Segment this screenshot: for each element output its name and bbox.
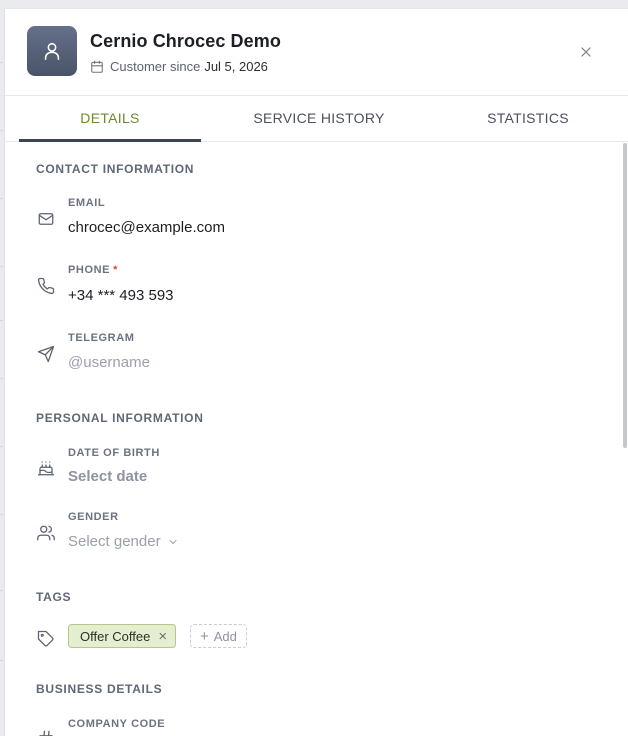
plus-icon: + — [200, 627, 209, 645]
tag-remove-button[interactable]: × — [158, 629, 167, 644]
customer-since-date: Jul 5, 2026 — [204, 59, 268, 74]
add-tag-label: Add — [213, 628, 237, 644]
tags-heading: TAGS — [36, 590, 72, 604]
telegram-label: TELEGRAM — [68, 332, 135, 344]
phone-label: PHONE * — [68, 264, 118, 276]
close-button[interactable] — [575, 41, 597, 63]
business-details-heading: BUSINESS DETAILS — [36, 682, 163, 696]
avatar — [27, 26, 77, 76]
company-code-label: COMPANY CODE — [68, 718, 166, 730]
customer-details-panel: Cernio Chrocec Demo Customer since Jul 5,… — [4, 8, 628, 736]
tag-icon — [35, 628, 57, 650]
tab-statistics[interactable]: STATISTICS — [445, 95, 611, 141]
tag-chip-label: Offer Coffee — [80, 628, 151, 644]
tab-service-history[interactable]: SERVICE HISTORY — [219, 95, 419, 141]
hash-icon — [35, 727, 57, 736]
phone-icon — [35, 275, 57, 297]
customer-name: Cernio Chrocec Demo — [90, 31, 281, 51]
gender-select-value: Select gender — [68, 533, 161, 550]
customer-since: Customer since Jul 5, 2026 — [90, 59, 268, 74]
contact-information-heading: CONTACT INFORMATION — [36, 162, 195, 176]
tab-details[interactable]: DETAILS — [19, 95, 201, 142]
mail-icon — [35, 208, 57, 230]
send-icon — [35, 343, 57, 365]
scrollbar-thumb[interactable] — [623, 143, 627, 448]
users-icon — [35, 522, 57, 544]
phone-field[interactable]: +34 *** 493 593 — [68, 287, 174, 304]
gender-label: GENDER — [68, 511, 119, 523]
tab-bar: DETAILS SERVICE HISTORY STATISTICS — [5, 95, 628, 142]
tag-chip: Offer Coffee × — [68, 624, 177, 648]
telegram-input[interactable]: @username — [68, 354, 150, 371]
gender-select[interactable]: Select gender — [68, 533, 179, 550]
required-indicator: * — [113, 264, 119, 276]
add-tag-button[interactable]: + Add — [190, 624, 247, 648]
customer-since-label: Customer since — [110, 59, 201, 74]
scrollbar[interactable] — [623, 141, 628, 736]
email-field[interactable]: chrocec@example.com — [68, 219, 225, 236]
user-icon — [44, 42, 60, 61]
cake-icon — [35, 457, 57, 479]
close-icon — [581, 47, 591, 57]
date-of-birth-picker[interactable]: Select date — [68, 468, 147, 485]
email-label: EMAIL — [68, 197, 106, 209]
date-of-birth-label: DATE OF BIRTH — [68, 447, 160, 459]
calendar-icon — [91, 60, 103, 73]
chevron-down-icon — [169, 539, 177, 544]
personal-information-heading: PERSONAL INFORMATION — [36, 411, 204, 425]
phone-label-text: PHONE — [68, 264, 111, 276]
panel-header: Cernio Chrocec Demo Customer since Jul 5,… — [5, 9, 628, 96]
